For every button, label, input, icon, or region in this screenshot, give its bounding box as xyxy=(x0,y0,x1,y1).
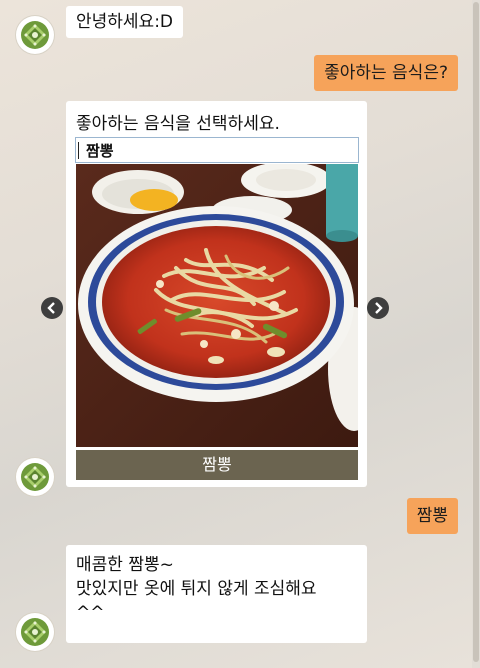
user-message-choice: 짬뽕 xyxy=(406,498,458,534)
chevron-left-icon[interactable] xyxy=(41,297,63,319)
chevron-right-icon[interactable] xyxy=(367,297,389,319)
bot-message-reply: 매콤한 짬뽕~ 맛있지만 옷에 튀지 않게 조심해요 ^^ xyxy=(66,545,367,643)
bot-message-greeting: 안녕하세요:D xyxy=(66,6,184,38)
card-prompt: 좋아하는 음식을 선택하세요. xyxy=(76,114,280,134)
reply-line-3: ^^ xyxy=(76,603,105,623)
food-input-field[interactable]: 짬뽕 xyxy=(75,137,359,163)
bot-avatar-icon xyxy=(16,613,54,651)
reply-line-2: 맛있지만 옷에 튀지 않게 조심해요 xyxy=(76,579,317,599)
chat-window: 안녕하세요:D 좋아하는 음식은? 좋아하는 음식을 선택하세요. 짬뽕 짬뽕 … xyxy=(0,0,480,668)
jjamppong-image xyxy=(76,164,358,447)
user-message-question: 좋아하는 음식은? xyxy=(314,55,458,91)
bot-avatar-icon xyxy=(16,458,54,496)
food-selection-card: 좋아하는 음식을 선택하세요. 짬뽕 짬뽕 xyxy=(66,101,367,487)
scrollbar-thumb[interactable] xyxy=(473,2,479,662)
bot-avatar-icon xyxy=(16,16,54,54)
reply-line-1: 매콤한 짬뽕~ xyxy=(76,555,174,575)
select-jjamppong-button[interactable]: 짬뽕 xyxy=(76,450,358,480)
scrollbar[interactable] xyxy=(472,0,480,668)
